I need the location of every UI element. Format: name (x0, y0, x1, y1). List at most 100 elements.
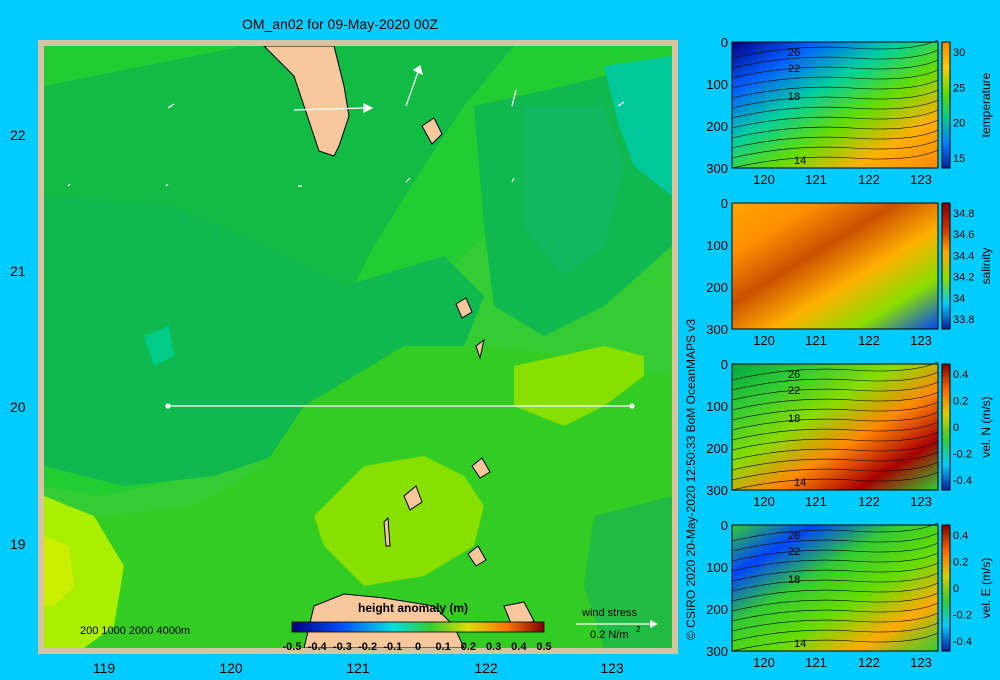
panel-variable-label: temperature (979, 72, 993, 137)
panel-colorbar-tick: 34 (953, 293, 965, 305)
lon-tick-label: 123 (910, 172, 932, 187)
panel-colorbar-tick: 34.4 (953, 250, 974, 262)
colorbar-tick-label: -0.1 (383, 641, 402, 653)
contour-label: 26 (788, 530, 800, 542)
wind-scale-sup: 2 (636, 625, 641, 634)
depth-tick-label: 100 (706, 399, 728, 414)
colorbar-tick-label: 0.2 (461, 641, 476, 653)
panel-colorbar-tick: 0.2 (953, 396, 968, 408)
depth-tick-label: 0 (721, 518, 728, 533)
panel-variable-label: vel. N (m/s) (979, 396, 993, 457)
panel-colorbar-tick: 0.4 (953, 369, 968, 381)
section-panel: 26 22 18 14 0 100 200 300 120 121 122 123 0.4 0.2 0 -0.… (706, 357, 993, 509)
wind-scale-label: 0.2 N/m (590, 629, 629, 641)
colorbar-tick-label: 0.3 (486, 641, 501, 653)
depth-tick-label: 300 (706, 483, 728, 498)
depth-tick-label: 200 (706, 441, 728, 456)
panel-colorbar-tick: 0.2 (953, 557, 968, 569)
longitude-tick-label: 120 (219, 660, 243, 676)
longitude-tick-label: 119 (92, 660, 116, 676)
depth-tick-label: 100 (706, 560, 728, 575)
panel-colorbar-tick: 0 (953, 422, 959, 434)
depth-tick-label: 200 (706, 119, 728, 134)
contour-label: 14 (794, 477, 806, 489)
section-field (731, 41, 939, 169)
wind-stress-label: wind stress (581, 607, 638, 619)
contour-label: 22 (788, 385, 800, 397)
colorbar-tick-label: 0.1 (436, 641, 451, 653)
panel-colorbar-tick: -0.4 (953, 475, 972, 487)
contour-label: 26 (788, 47, 800, 59)
contour-label: 18 (788, 413, 800, 425)
lon-tick-label: 120 (753, 494, 775, 509)
colorbar-tick-label: -0.2 (358, 641, 377, 653)
panel-colorbar (941, 363, 951, 491)
colorbar-ticks: -0.5 -0.4 -0.3 -0.2 -0.1 0 0.1 0.2 0.3 0.4 0.5 (283, 641, 552, 653)
depth-tick-label: 100 (706, 77, 728, 92)
colorbar-tick-label: -0.4 (308, 641, 328, 653)
lon-tick-label: 121 (805, 494, 827, 509)
panel-colorbar-tick: 34.2 (953, 272, 974, 284)
panel-colorbar-tick: 34.8 (953, 208, 974, 220)
panel-colorbar-tick: -0.2 (953, 610, 972, 622)
contour-label: 18 (788, 574, 800, 586)
map-title: OM_an02 for 09-May-2020 00Z (241, 16, 439, 32)
lon-tick-label: 120 (753, 172, 775, 187)
depth-tick-label: 300 (706, 644, 728, 659)
panel-colorbar-tick: 34.6 (953, 229, 974, 241)
lon-tick-label: 121 (805, 655, 827, 670)
lon-tick-label: 123 (910, 494, 932, 509)
latitude-tick-label: 20 (10, 399, 26, 415)
panel-colorbar (941, 202, 951, 330)
colorbar-tick-label: -0.5 (283, 641, 302, 653)
contour-label: 14 (794, 638, 806, 650)
map-frame: 200 1000 2000 4000m wind stress 0.2 N/m … (38, 40, 678, 654)
colorbar-tick-label: -0.3 (333, 641, 352, 653)
contour-label: 14 (794, 155, 806, 167)
section-field (731, 363, 939, 491)
panel-colorbar-tick: 15 (953, 153, 965, 165)
colorbar-title: height anomaly (m) (358, 601, 468, 615)
contour-label: 22 (788, 63, 800, 75)
copyright-note: © CSIRO 2020 20-May-2020 12:50:33 BoM Oc… (684, 318, 698, 640)
depth-tick-label: 200 (706, 602, 728, 617)
depth-tick-label: 0 (721, 196, 728, 211)
panel-colorbar-tick: -0.2 (953, 449, 972, 461)
latitude-tick-label: 22 (10, 127, 26, 143)
panel-colorbar (941, 41, 951, 169)
contour-label: 26 (788, 369, 800, 381)
lon-tick-label: 121 (805, 172, 827, 187)
panel-variable-label: vel. E (m/s) (979, 558, 993, 619)
panel-colorbar (941, 524, 951, 652)
panel-variable-label: salinity (979, 248, 993, 285)
height-anomaly-map: 200 1000 2000 4000m wind stress 0.2 N/m … (44, 46, 672, 648)
section-panel: 0 100 200 300 120 121 122 123 34.8 34.6 34.4 34.2 34… (706, 196, 993, 348)
section-panel: 26 22 18 14 0 100 200 300 120 121 122 123 0.4 0.2 0 -0.… (706, 518, 993, 670)
panel-colorbar-tick: 30 (953, 47, 965, 59)
colorbar-tick-label: 0.4 (511, 641, 527, 653)
longitude-tick-label: 123 (600, 660, 624, 676)
longitude-tick-label: 122 (474, 660, 498, 676)
height-anomaly-colorbar: height anomaly (m) -0.5 -0.4 -0.3 -0.2 -0.1 0… (283, 601, 552, 653)
depth-tick-label: 100 (706, 238, 728, 253)
panel-colorbar-tick: 33.8 (953, 314, 974, 326)
lon-tick-label: 123 (910, 655, 932, 670)
lon-tick-label: 123 (910, 333, 932, 348)
lon-tick-label: 122 (858, 494, 880, 509)
panel-colorbar-tick: 25 (953, 82, 965, 94)
panel-colorbar-tick: 20 (953, 118, 965, 130)
lon-tick-label: 122 (858, 655, 880, 670)
lon-tick-label: 122 (858, 172, 880, 187)
lon-tick-label: 122 (858, 333, 880, 348)
colorbar-tick-label: 0.5 (536, 641, 551, 653)
section-field (731, 202, 939, 330)
latitude-tick-label: 21 (10, 263, 26, 279)
depth-legend: 200 1000 2000 4000m (80, 625, 190, 637)
lon-tick-label: 120 (753, 655, 775, 670)
depth-tick-label: 200 (706, 280, 728, 295)
depth-tick-label: 0 (721, 357, 728, 372)
panel-colorbar-tick: 0 (953, 583, 959, 595)
colorbar-tick-label: 0 (415, 641, 421, 653)
depth-tick-label: 0 (721, 35, 728, 50)
panel-colorbar-tick: 0.4 (953, 530, 968, 542)
